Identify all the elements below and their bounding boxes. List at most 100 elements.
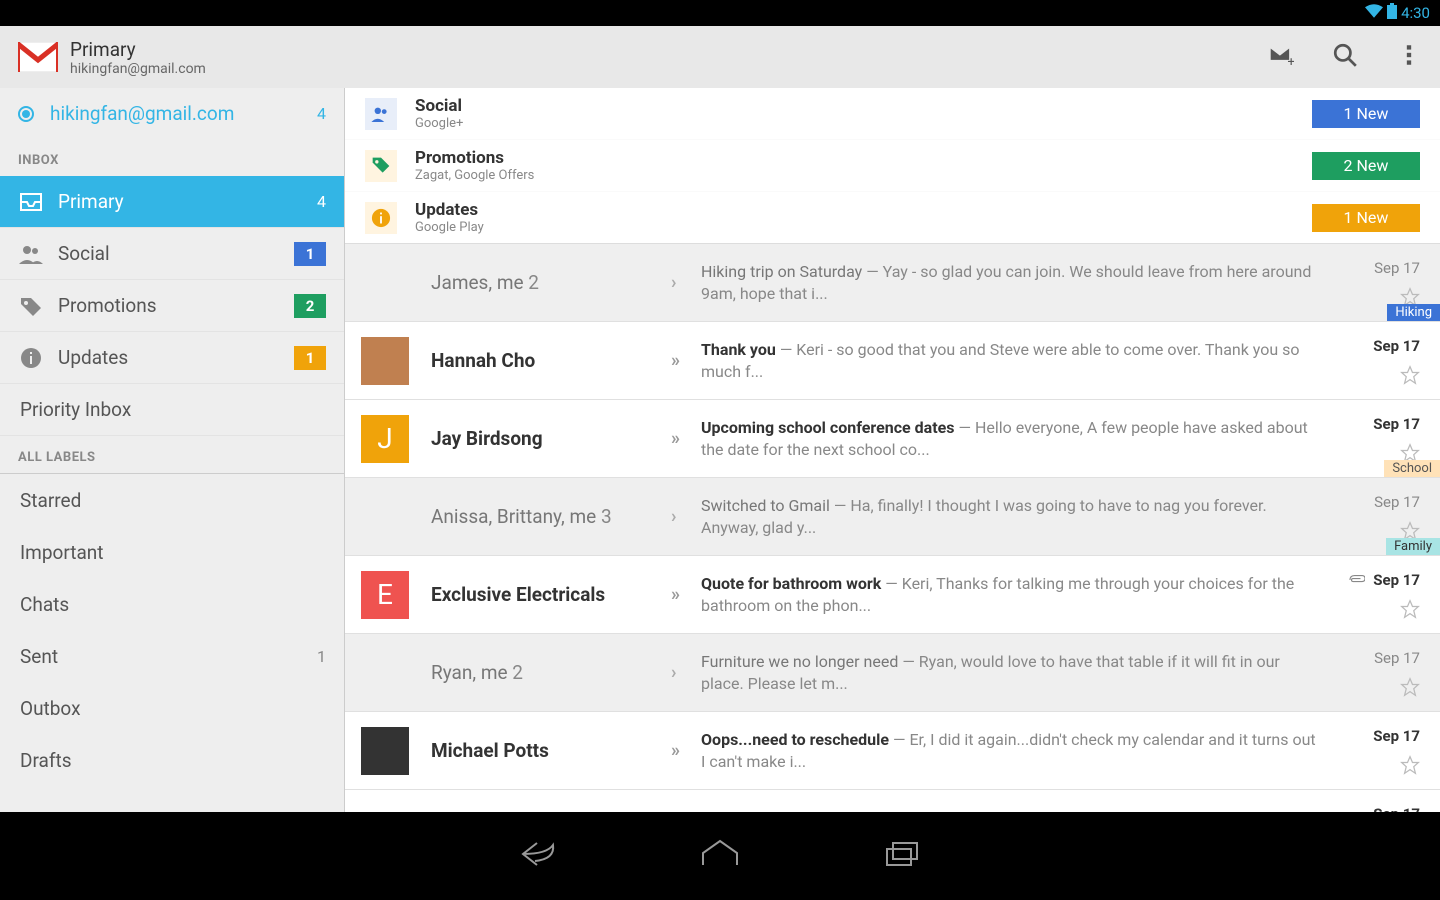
appbar-titles[interactable]: Primary hikingfan@gmail.com [70, 38, 1268, 77]
compose-icon[interactable]: + [1268, 42, 1294, 72]
importance-marker-icon[interactable]: » [671, 584, 701, 605]
message-preview: Hiking trip on Saturday — Yay - so glad … [701, 261, 1330, 304]
clock: 4:30 [1401, 4, 1430, 22]
star-icon[interactable] [1400, 755, 1420, 775]
recents-button[interactable] [881, 839, 923, 873]
star-icon[interactable] [1400, 599, 1420, 619]
badge-social: 1 New [1312, 100, 1420, 128]
info-icon [365, 202, 397, 234]
account-email: hikingfan@gmail.com [50, 102, 317, 125]
avatar [361, 727, 409, 775]
message-label: Family [1386, 538, 1440, 555]
back-button[interactable] [517, 839, 559, 873]
message-sender: Michael Potts [431, 739, 549, 762]
message-preview: Furniture we no longer need — Ryan, woul… [701, 651, 1330, 694]
importance-marker-icon[interactable]: › [671, 506, 701, 527]
message-row[interactable]: James, me 2 › Hiking trip on Saturday — … [345, 244, 1440, 322]
message-row[interactable]: Ryan, me 2 › Furniture we no longer need… [345, 634, 1440, 712]
importance-marker-icon[interactable]: » [671, 740, 701, 761]
message-sender: Anissa, Brittany, me 3 [431, 505, 612, 528]
message-date: Sep 17 [1373, 727, 1420, 745]
category-updates[interactable]: UpdatesGoogle Play 1 New [345, 192, 1440, 244]
message-label: Hiking [1387, 304, 1440, 321]
message-row[interactable]: Anissa, Brittany, me 3 › Switched to Gma… [345, 478, 1440, 556]
message-row[interactable]: me, Meredith 2 » Squid recipe — Hi Laura… [345, 790, 1440, 812]
message-preview: Quote for bathroom work — Keri, Thanks f… [701, 573, 1330, 616]
message-preview: Switched to Gmail — Ha, finally! I thoug… [701, 495, 1330, 538]
sidebar: hikingfan@gmail.com 4 INBOX Primary 4 So… [0, 88, 345, 812]
category-promotions[interactable]: PromotionsZagat, Google Offers 2 New [345, 140, 1440, 192]
badge-updates: 1 New [1312, 204, 1420, 232]
message-label: School [1384, 460, 1440, 477]
message-preview: Upcoming school conference dates — Hello… [701, 417, 1330, 460]
sidebar-item-primary[interactable]: Primary 4 [0, 176, 344, 228]
importance-marker-icon[interactable]: » [671, 350, 701, 371]
importance-marker-icon[interactable]: › [671, 272, 701, 293]
section-labels-label: ALL LABELS [0, 436, 344, 473]
sidebar-item-chats[interactable]: Chats [0, 578, 344, 630]
system-nav-bar [0, 812, 1440, 900]
avatar: E [361, 571, 409, 619]
message-date: Sep 17 [1373, 415, 1420, 433]
sidebar-item-starred[interactable]: Starred [0, 474, 344, 526]
avatar [361, 259, 409, 307]
overflow-menu-icon[interactable] [1396, 42, 1422, 72]
message-row[interactable]: Michael Potts » Oops...need to reschedul… [345, 712, 1440, 790]
status-bar: 4:30 [0, 0, 1440, 26]
message-row[interactable]: Hannah Cho » Thank you — Keri - so good … [345, 322, 1440, 400]
svg-text:+: + [1288, 55, 1295, 68]
account-row[interactable]: hikingfan@gmail.com 4 [0, 88, 344, 139]
message-date: Sep 17 [1374, 649, 1420, 667]
message-preview: Oops...need to reschedule — Er, I did it… [701, 729, 1330, 772]
message-date: Sep 17 [1373, 805, 1420, 813]
avatar [361, 649, 409, 697]
appbar-subtitle: hikingfan@gmail.com [70, 61, 1268, 77]
account-count: 4 [317, 104, 326, 123]
message-sender: Jay Birdsong [431, 427, 543, 450]
wifi-icon [1365, 4, 1383, 22]
appbar-actions: + [1268, 42, 1422, 72]
message-list: SocialGoogle+ 1 New PromotionsZagat, Goo… [345, 88, 1440, 812]
star-icon[interactable] [1400, 365, 1420, 385]
info-icon [18, 347, 44, 369]
message-row[interactable]: J Jay Birdsong » Upcoming school confere… [345, 400, 1440, 478]
importance-marker-icon[interactable]: » [671, 428, 701, 449]
message-date: Sep 17 [1374, 493, 1420, 511]
tag-icon [18, 296, 44, 316]
home-button[interactable] [699, 839, 741, 873]
message-date: Sep 17 [1373, 337, 1420, 355]
section-inbox-label: INBOX [0, 139, 344, 176]
battery-icon [1387, 3, 1397, 23]
gmail-logo-icon [18, 42, 58, 72]
message-date: Sep 17 [1347, 571, 1420, 589]
appbar-title: Primary [70, 38, 1268, 61]
message-sender: James, me 2 [431, 271, 539, 294]
message-preview: Thank you — Keri - so good that you and … [701, 339, 1330, 382]
avatar [361, 337, 409, 385]
inbox-icon [18, 192, 44, 212]
avatar [361, 805, 409, 813]
sidebar-item-promotions[interactable]: Promotions 2 [0, 280, 344, 332]
sidebar-item-updates[interactable]: Updates 1 [0, 332, 344, 384]
avatar: J [361, 415, 409, 463]
message-row[interactable]: E Exclusive Electricals » Quote for bath… [345, 556, 1440, 634]
sidebar-item-drafts[interactable]: Drafts [0, 734, 344, 786]
tag-icon [365, 150, 397, 182]
radio-selected-icon [18, 106, 34, 122]
attachment-icon [1347, 574, 1365, 586]
star-icon[interactable] [1400, 677, 1420, 697]
message-sender: Ryan, me 2 [431, 661, 523, 684]
message-date: Sep 17 [1374, 259, 1420, 277]
people-icon [365, 98, 397, 130]
sidebar-item-priority-inbox[interactable]: Priority Inbox [0, 384, 344, 436]
message-sender: Exclusive Electricals [431, 583, 605, 606]
sidebar-item-social[interactable]: Social 1 [0, 228, 344, 280]
avatar [361, 493, 409, 541]
search-icon[interactable] [1332, 42, 1358, 72]
sidebar-item-sent[interactable]: Sent1 [0, 630, 344, 682]
sidebar-item-outbox[interactable]: Outbox [0, 682, 344, 734]
importance-marker-icon[interactable]: › [671, 662, 701, 683]
sidebar-item-important[interactable]: Important [0, 526, 344, 578]
category-social[interactable]: SocialGoogle+ 1 New [345, 88, 1440, 140]
app-bar: Primary hikingfan@gmail.com + [0, 26, 1440, 88]
